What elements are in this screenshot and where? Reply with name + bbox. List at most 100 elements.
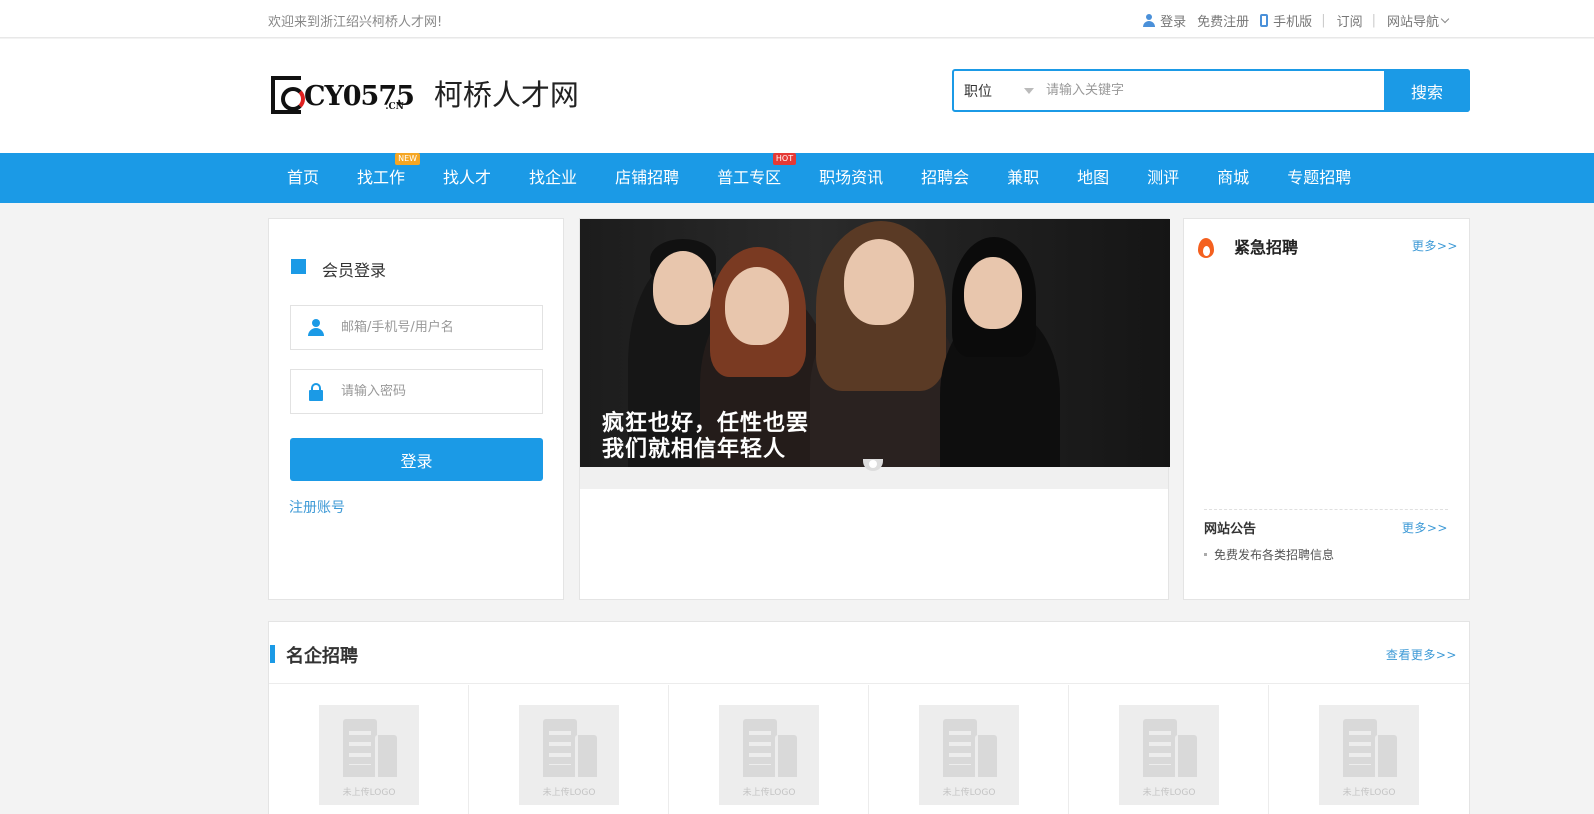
company-card[interactable]: 未上传LOGO — [1269, 685, 1469, 814]
logo-domain: .CN — [385, 102, 404, 112]
register-link[interactable]: 免费注册 — [1197, 11, 1249, 30]
building-icon — [1343, 719, 1377, 777]
notice-title: 网站公告 — [1204, 522, 1257, 537]
section-accent-bar — [270, 645, 275, 663]
nav-item-label: 兼职 — [1007, 168, 1040, 187]
company-card[interactable]: 未上传LOGO — [669, 685, 869, 814]
header: CY0575 .CN 柯桥人才网 职位 搜索 — [0, 39, 1594, 153]
mobile-link[interactable]: 手机版 — [1260, 11, 1312, 30]
company-card[interactable]: 未上传LOGO — [869, 685, 1069, 814]
company-logo-placeholder: 未上传LOGO — [1119, 705, 1219, 805]
building-icon — [1375, 735, 1397, 777]
search-category-select[interactable]: 职位 — [954, 71, 1040, 110]
logo-placeholder-label: 未上传LOGO — [942, 788, 996, 798]
site-name: 柯桥人才网 — [433, 78, 579, 112]
famous-header: 名企招聘 查看更多>> — [269, 622, 1469, 684]
banner-face — [844, 239, 914, 325]
member-icon — [291, 259, 311, 279]
login-title: 会员登录 — [291, 257, 386, 281]
nav-item[interactable]: 店铺招聘 — [596, 153, 698, 203]
banner-face — [725, 267, 789, 345]
username-field — [290, 305, 543, 350]
company-card[interactable]: 未上传LOGO — [469, 685, 669, 814]
register-account-link[interactable]: 注册账号 — [289, 497, 345, 517]
banner-face — [964, 257, 1022, 329]
banner-carousel: 疯狂也好，任性也罢 我们就相信年轻人 — [579, 218, 1170, 600]
nav-item[interactable]: 找人才 — [424, 153, 510, 203]
phone-icon — [1260, 14, 1269, 27]
username-icon-wrap — [291, 319, 341, 336]
chevron-down-icon — [1440, 14, 1450, 23]
site-logo[interactable]: CY0575 .CN 柯桥人才网 — [271, 76, 579, 114]
nav-item-label: 测评 — [1147, 168, 1180, 187]
caret-down-icon — [1024, 88, 1034, 94]
building-icon — [1143, 719, 1177, 777]
top-links: 登录 免费注册 手机版 | 订阅 | 网站导航 — [1132, 11, 1450, 30]
login-panel: 会员登录 登录 注册账号 — [268, 218, 564, 600]
nav-item[interactable]: 首页 — [268, 153, 338, 203]
logo-placeholder-label: 未上传LOGO — [1142, 788, 1196, 798]
search-category-value: 职位 — [964, 83, 992, 100]
building-icon — [543, 719, 577, 777]
notice-header: 网站公告 更多>> — [1204, 518, 1448, 538]
logo-placeholder-label: 未上传LOGO — [742, 788, 796, 798]
nav-item[interactable]: 职场资讯 — [800, 153, 902, 203]
login-link[interactable]: 登录 — [1143, 11, 1186, 30]
top-bar: 欢迎来到浙江绍兴柯桥人才网! 登录 免费注册 手机版 | 订阅 | 网站导航 — [0, 0, 1594, 38]
nav-list: 首页 找工作 NEW 找人才 找企业 店铺招聘 普工专区 HOT 职场资讯 招聘会 兼职 地图 测评 商城… — [268, 153, 1370, 203]
login-button[interactable]: 登录 — [290, 438, 543, 481]
logo-mark-icon — [271, 76, 305, 114]
banner-image[interactable]: 疯狂也好，任性也罢 我们就相信年轻人 — [580, 219, 1170, 467]
site-nav-dropdown[interactable]: 网站导航 — [1387, 11, 1450, 30]
password-field — [290, 369, 543, 414]
subscribe-link[interactable]: 订阅 — [1337, 11, 1363, 30]
nav-item-label: 地图 — [1077, 168, 1110, 187]
company-logo-placeholder: 未上传LOGO — [519, 705, 619, 805]
nav-item-label: 找工作 — [357, 168, 406, 187]
search-bar: 职位 搜索 — [952, 69, 1470, 112]
notice-item[interactable]: 免费发布各类招聘信息 — [1204, 546, 1448, 563]
carousel-dot[interactable] — [863, 459, 883, 471]
building-icon — [743, 719, 777, 777]
nav-item-label: 首页 — [287, 168, 320, 187]
nav-item[interactable]: 专题招聘 — [1268, 153, 1370, 203]
password-input[interactable] — [341, 384, 542, 399]
company-card[interactable]: 未上传LOGO — [1069, 685, 1269, 814]
famous-title: 名企招聘 — [286, 646, 358, 667]
company-card[interactable]: 未上传LOGO — [269, 685, 469, 814]
search-input[interactable] — [1040, 71, 1384, 110]
nav-item-label: 找人才 — [443, 168, 492, 187]
nav-item[interactable]: 普工专区 HOT — [698, 153, 800, 203]
logo-text: CY0575 .CN — [304, 80, 415, 114]
famous-more-link[interactable]: 查看更多>> — [1386, 646, 1457, 663]
login-link-label: 登录 — [1160, 15, 1187, 30]
company-logo-placeholder: 未上传LOGO — [719, 705, 819, 805]
notice-more-link[interactable]: 更多>> — [1402, 519, 1448, 536]
nav-item-label: 专题招聘 — [1287, 168, 1352, 187]
nav-badge: HOT — [772, 153, 797, 165]
building-icon — [575, 735, 597, 777]
nav-item[interactable]: 测评 — [1128, 153, 1198, 203]
nav-item[interactable]: 招聘会 — [902, 153, 988, 203]
lock-icon — [309, 382, 323, 401]
search-button[interactable]: 搜索 — [1384, 69, 1470, 112]
nav-item-label: 找企业 — [529, 168, 578, 187]
building-icon — [775, 735, 797, 777]
building-icon — [343, 719, 377, 777]
nav-item[interactable]: 找企业 — [510, 153, 596, 203]
nav-item[interactable]: 商城 — [1198, 153, 1268, 203]
nav-item[interactable]: 地图 — [1058, 153, 1128, 203]
carousel-pagination — [580, 459, 1168, 489]
banner-face — [653, 251, 713, 325]
user-icon — [308, 319, 324, 336]
banner-caption-line2: 我们就相信年轻人 — [602, 437, 787, 462]
banner-caption-line1: 疯狂也好，任性也罢 — [602, 411, 810, 436]
building-icon — [943, 719, 977, 777]
urgent-more-link[interactable]: 更多>> — [1412, 237, 1458, 254]
divider: | — [1371, 13, 1376, 28]
company-logo-placeholder: 未上传LOGO — [1319, 705, 1419, 805]
nav-item[interactable]: 找工作 NEW — [338, 153, 424, 203]
username-input[interactable] — [341, 320, 542, 335]
nav-item[interactable]: 兼职 — [988, 153, 1058, 203]
building-icon — [1175, 735, 1197, 777]
